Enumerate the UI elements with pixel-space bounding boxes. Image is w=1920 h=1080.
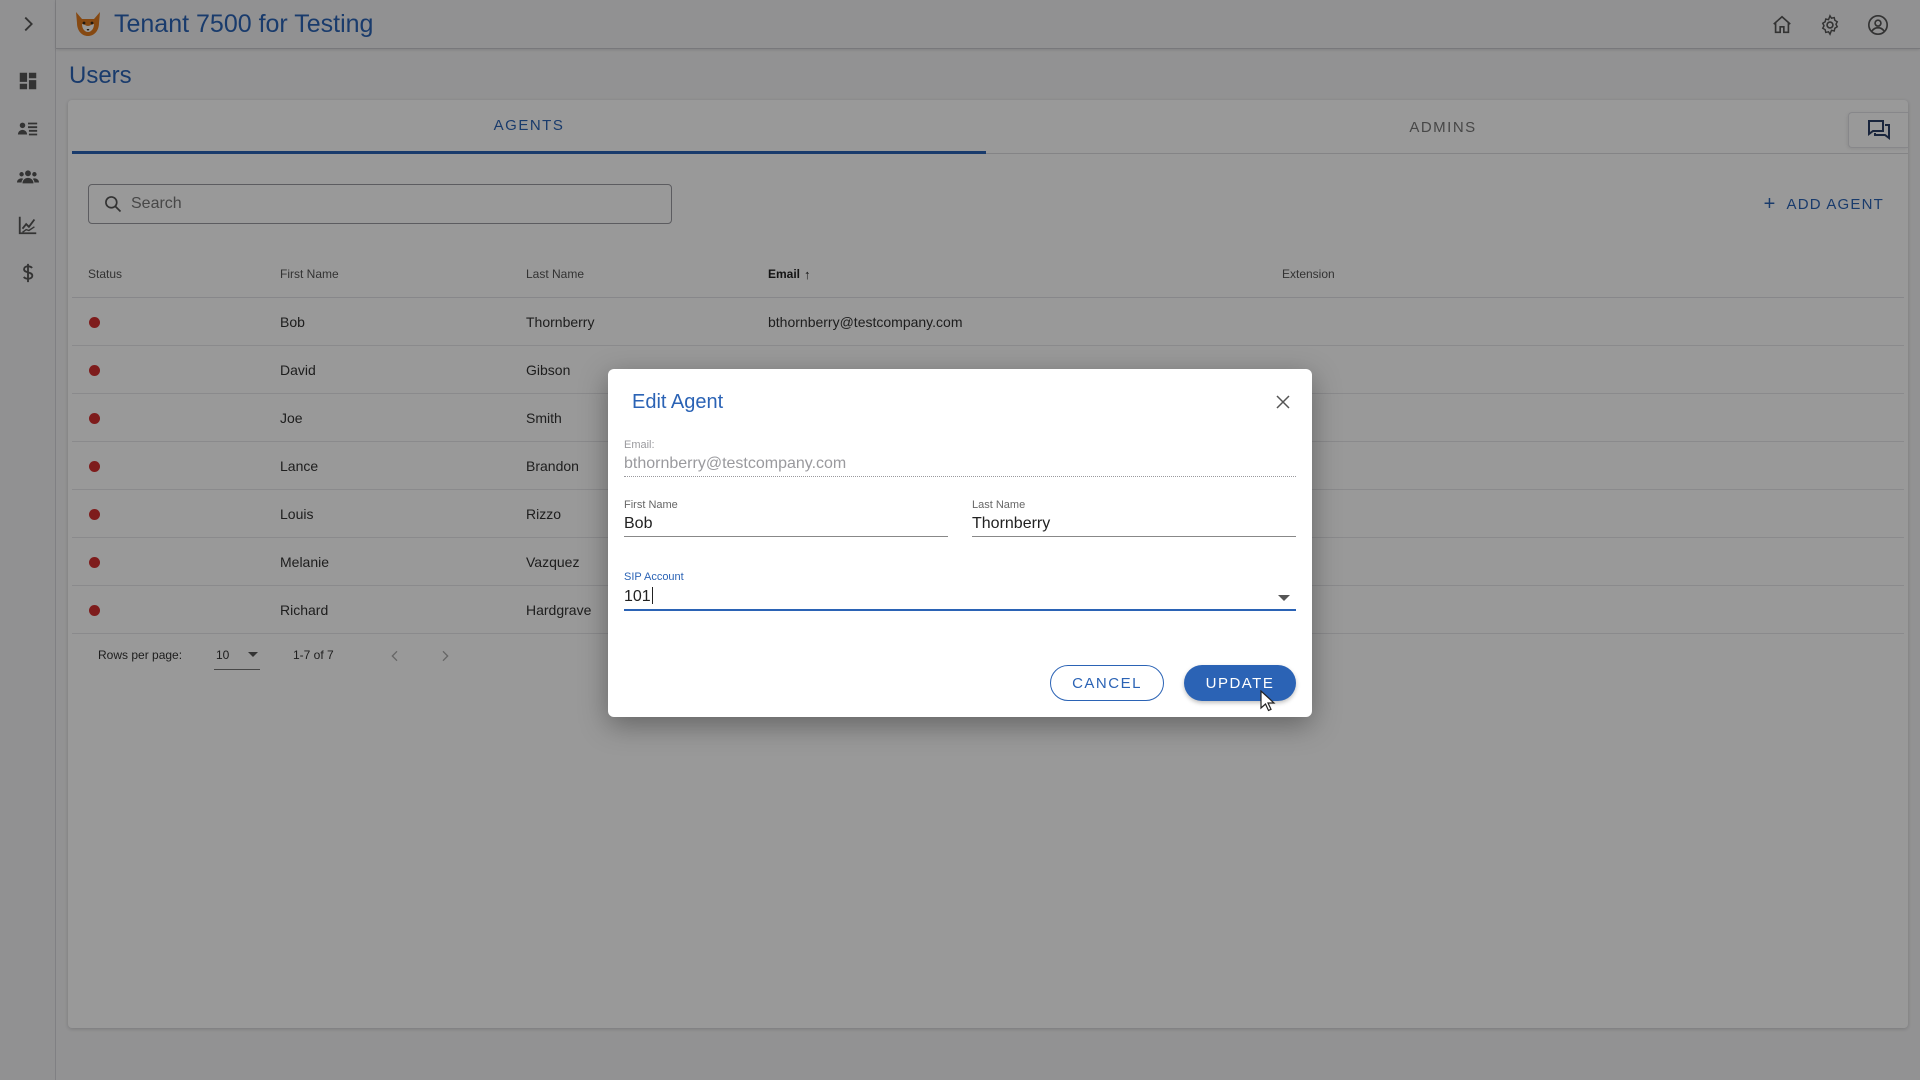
first-name-input[interactable]: Bob [624,511,948,537]
email-field: Email: bthornberry@testcompany.com [624,439,1296,477]
close-icon [1276,395,1290,409]
first-name-label: First Name [624,499,678,511]
last-name-label: Last Name [972,499,1026,511]
sip-account-label: SIP Account [624,571,684,583]
last-name-field[interactable]: Last Name Thornberry [972,499,1296,537]
edit-agent-dialog: Edit Agent Email: bthornberry@testcompan… [608,369,1312,717]
sip-account-input[interactable]: 101 [624,583,1296,611]
dropdown-caret-icon[interactable] [1278,595,1290,601]
update-button[interactable]: UPDATE [1184,665,1296,701]
cancel-button[interactable]: CANCEL [1050,665,1164,701]
close-dialog-button[interactable] [1270,389,1296,415]
sip-account-field[interactable]: SIP Account 101 [624,571,1296,611]
mouse-pointer-icon [1260,690,1276,712]
last-name-input[interactable]: Thornberry [972,511,1296,537]
email-value: bthornberry@testcompany.com [624,451,1296,477]
first-name-field[interactable]: First Name Bob [624,499,948,537]
dialog-title: Edit Agent [632,391,724,413]
text-cursor [651,587,653,604]
sip-account-value: 101 [624,588,651,605]
email-label: Email: [624,439,655,451]
